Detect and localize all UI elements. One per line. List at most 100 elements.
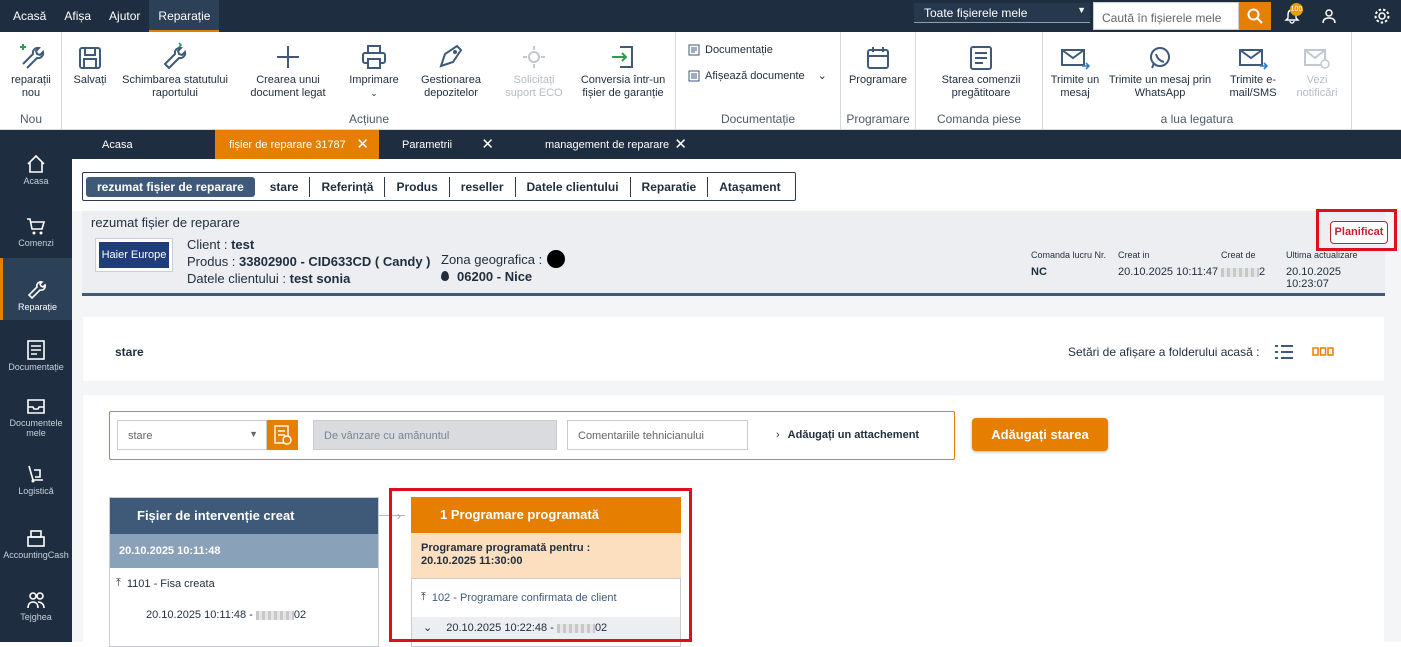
sidebar-item-reparatie[interactable]: Reparație [0, 258, 72, 320]
close-icon[interactable]: ✕ [356, 130, 369, 160]
subtab-produs[interactable]: Produs [385, 176, 450, 197]
view-notifications-label: Vezi notificări [1296, 74, 1338, 99]
cash-register-icon [0, 522, 72, 548]
printer-icon [344, 36, 404, 70]
schedule-label: Programare [848, 74, 908, 86]
sidebar-item-logistica[interactable]: Logistică [0, 458, 72, 496]
deposits-label: Gestionarea depozitelor [421, 74, 481, 99]
tab-management-reparare[interactable]: management de reparare ✕ [531, 130, 697, 159]
summary-title: rezumat fișier de reparare [91, 215, 240, 230]
send-email-sms-button[interactable]: Trimite e-mail/SMS [1222, 36, 1284, 100]
subtab-atasament[interactable]: Atașament [708, 177, 791, 197]
close-icon[interactable]: ✕ [481, 130, 494, 160]
repair-summary: rezumat fișier de reparare Haier Europe … [82, 211, 1388, 296]
manage-deposits-button[interactable]: Gestionarea depozitelor [416, 36, 486, 100]
change-status-button[interactable]: Schimbarea statutului raportului [118, 36, 232, 100]
sidebar-item-accountingcash[interactable]: AccountingCash [0, 522, 72, 560]
sidebar-item-documentatie[interactable]: Documentație [0, 334, 72, 372]
gear-icon[interactable] [1372, 6, 1392, 26]
print-button[interactable]: Imprimare ⌄ [344, 36, 404, 100]
card-title: Fișier de intervenție creat [110, 498, 378, 534]
group-nou: Nou [19, 112, 42, 126]
grid-view-icon[interactable] [1312, 346, 1334, 360]
schedule-button[interactable]: Programare [846, 36, 910, 87]
group-actiune: Acțiune [348, 112, 390, 126]
ribbon: reparații nou Nou Salvați Schimbarea sta… [0, 32, 1401, 130]
create-linked-document-button[interactable]: Crearea unui document legat [238, 36, 338, 100]
group-contact: a lua legatura [1160, 112, 1234, 126]
status-select[interactable]: stare ▼ [117, 420, 267, 450]
parts-status-label: Starea comenzii pregătitoare [941, 74, 1021, 99]
tag-icon [416, 36, 486, 70]
convert-warranty-button[interactable]: Conversia într-un fișier de garanție [576, 36, 670, 100]
sidebar-label: Tejghea [20, 612, 52, 622]
dolly-icon [0, 458, 72, 484]
sidebar-item-documentele-mele[interactable]: Documentele mele [0, 390, 72, 438]
subtab-referinta[interactable]: Referință [310, 176, 386, 197]
sidebar-item-tejghea[interactable]: Tejghea [0, 584, 72, 622]
parts-order-status-button[interactable]: Starea comenzii pregătitoare [922, 36, 1040, 100]
chevron-right-icon: › [776, 429, 780, 441]
file-filter-select[interactable]: Toate fișierele mele ▼ [914, 3, 1090, 23]
send-message-button[interactable]: Trimite un mesaj [1048, 36, 1102, 100]
chevron-down-icon: ⌄ [370, 88, 378, 98]
tab-fisier-reparare[interactable]: fișier de reparare 31787 ✕ [215, 130, 379, 159]
subtab-reseller[interactable]: reseller [450, 176, 516, 197]
history-entry[interactable]: ⤒ 1101 - Fisa creata [116, 577, 215, 590]
subtab-datele-clientului[interactable]: Datele clientului [516, 176, 631, 197]
menu-afisa[interactable]: Afișa [55, 0, 100, 32]
menu-reparatie[interactable]: Reparație [149, 0, 220, 32]
document-lines-icon [922, 36, 1040, 70]
search-input[interactable]: Caută în fișierele mele [1093, 2, 1239, 30]
main-content: rezumat fișier de reparare stare Referin… [72, 159, 1401, 647]
calendar-icon [846, 36, 910, 70]
documentation-button[interactable]: Documentație [688, 44, 773, 57]
sidebar-label: Acasa [23, 176, 49, 186]
work-order-label: Comanda lucru Nr. [1031, 250, 1107, 260]
card-date: 20.10.2025 10:11:48 [110, 534, 378, 568]
sidebar: Acasa Comenzi Reparație Documentație Doc… [0, 130, 72, 642]
document-icon [688, 44, 700, 56]
subtab-reparatie[interactable]: Reparatie [631, 176, 709, 197]
menu-acasa[interactable]: Acasă [4, 0, 55, 32]
close-icon[interactable]: ✕ [674, 130, 687, 160]
show-documents-button[interactable]: Afișează documente ⌄ [688, 70, 827, 83]
created-by-suffix: 2 [1259, 266, 1266, 278]
save-button[interactable]: Salvați [68, 36, 112, 87]
tab-parametrii[interactable]: Parametrii ✕ [388, 130, 504, 159]
tab-acasa[interactable]: Acasa [88, 130, 208, 159]
list-view-icon[interactable] [1274, 344, 1294, 363]
tab-label: Parametrii [402, 139, 453, 151]
user-icon[interactable] [1319, 6, 1339, 26]
group-documentatie: Documentație [720, 112, 796, 126]
sidebar-item-acasa[interactable]: Acasa [0, 148, 72, 186]
subtab-rezumat[interactable]: rezumat fișier de reparare [86, 176, 255, 197]
add-status-button[interactable]: Adăugați starea [972, 418, 1108, 451]
send-whatsapp-button[interactable]: Trimite un mesaj prin WhatsApp [1106, 36, 1214, 100]
home-icon [0, 148, 72, 174]
whatsapp-icon [1106, 36, 1214, 70]
highlight-box [1316, 209, 1397, 251]
sidebar-label: Comenzi [18, 238, 54, 248]
save-label: Salvați [73, 74, 107, 86]
search-button[interactable] [1239, 2, 1271, 30]
new-repair-button[interactable]: reparații nou [6, 36, 56, 100]
status-placeholder: stare [128, 430, 153, 442]
map-pin-icon [441, 271, 449, 281]
subtab-stare[interactable]: stare [259, 176, 311, 197]
menu-ajutor[interactable]: Ajutor [100, 0, 149, 32]
tab-label: fișier de reparare 31787 [229, 139, 346, 151]
technician-comment-input[interactable]: Comentariile tehnicianului [567, 420, 748, 450]
envelope-arrow-icon [1048, 36, 1102, 70]
display-settings-label: Setări de afișare a folderului acasă : [1068, 345, 1260, 359]
add-attachment-link[interactable]: › Adăugați un attachement [776, 429, 919, 441]
floppy-icon [68, 36, 112, 70]
status-list-button[interactable] [267, 420, 298, 450]
view-notifications-button: Vezi notificări [1290, 36, 1344, 100]
entry-user-suffix: 02 [293, 609, 307, 621]
change-status-label: Schimbarea statutului raportului [122, 74, 228, 99]
chevron-down-icon: ▼ [249, 429, 258, 439]
show-documents-label: Afișează documente [705, 70, 805, 82]
sidebar-item-comenzi[interactable]: Comenzi [0, 210, 72, 248]
print-label: Imprimare [349, 74, 399, 86]
